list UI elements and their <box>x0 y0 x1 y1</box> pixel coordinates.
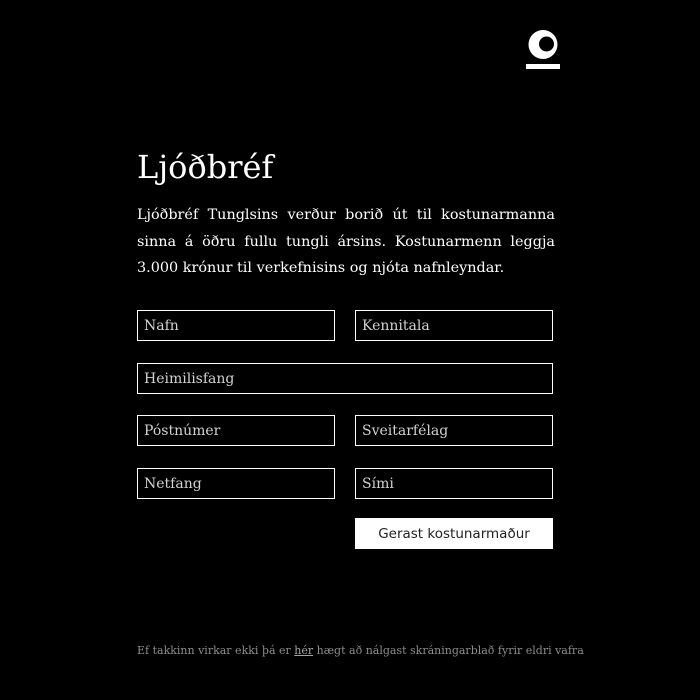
email-input[interactable] <box>137 468 335 499</box>
fallback-note: Ef takkinn virkar ekki þá er hér hægt að… <box>137 643 584 659</box>
intro-text: Ljóðbréf Tunglsins verður borið út til k… <box>137 207 555 276</box>
postcode-input[interactable] <box>137 415 335 446</box>
kennitala-input[interactable] <box>355 310 553 341</box>
fallback-note-text-after: hægt að nálgast skráningarblað fyrir eld… <box>313 644 584 657</box>
become-sponsor-button[interactable]: Gerast kostunarmaður <box>355 518 553 549</box>
phone-input[interactable] <box>355 468 553 499</box>
page-title: Ljóðbréf <box>137 148 274 186</box>
legacy-form-link[interactable]: hér <box>294 644 313 657</box>
fallback-note-text-before: Ef takkinn virkar ekki þá er <box>137 644 295 657</box>
address-input[interactable] <box>137 363 553 394</box>
name-input[interactable] <box>137 310 335 341</box>
moon-logo-icon <box>526 30 560 70</box>
municipality-input[interactable] <box>355 415 553 446</box>
